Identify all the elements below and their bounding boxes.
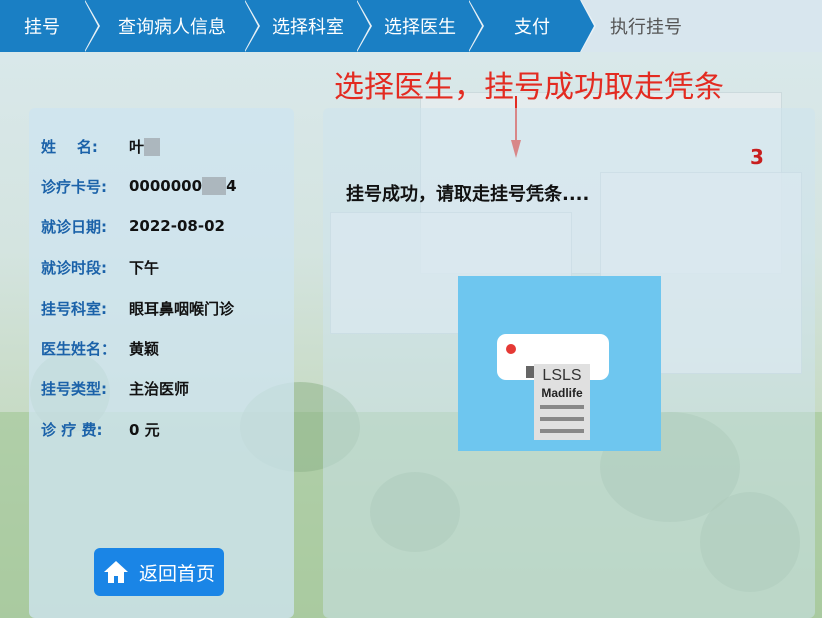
- breadcrumb-step-select-department[interactable]: 选择科室: [244, 0, 372, 52]
- printer-illustration: LSLS Madlife: [458, 276, 661, 451]
- field-label: 诊 疗 费:: [41, 420, 103, 439]
- field-department: 挂号科室: 眼耳鼻咽喉门诊: [41, 296, 234, 320]
- field-label: 挂号类型:: [41, 379, 107, 398]
- status-panel: 3 挂号成功，请取走挂号凭条.... LSLS Madlife: [323, 108, 815, 618]
- countdown-timer: 3: [750, 145, 764, 169]
- field-label: 就诊日期:: [41, 217, 107, 236]
- field-card-number: 诊疗卡号: 0000000 4: [41, 174, 237, 198]
- field-value: 下午: [129, 258, 160, 277]
- return-home-button[interactable]: 返回首页: [94, 548, 224, 596]
- breadcrumb-step-pay[interactable]: 支付: [468, 0, 596, 52]
- field-visit-period: 就诊时段: 下午: [41, 255, 159, 279]
- instruction-banner: 选择医生，挂号成功取走凭条: [334, 70, 724, 105]
- field-label: 姓 名:: [41, 137, 98, 156]
- field-visit-date: 就诊日期: 2022-08-02: [41, 214, 225, 238]
- field-value: 0 元: [129, 420, 160, 439]
- breadcrumb-step-label: 执行挂号: [610, 17, 682, 38]
- breadcrumb-step-query-patient[interactable]: 查询病人信息: [84, 0, 260, 52]
- field-value: 2022-08-02: [129, 217, 225, 235]
- field-label: 诊疗卡号:: [41, 177, 107, 196]
- field-value: 叶: [129, 136, 161, 157]
- field-value: 黄颖: [129, 339, 160, 358]
- breadcrumb-step-label: 支付: [514, 17, 550, 38]
- breadcrumb-step-label: 查询病人信息: [118, 17, 226, 38]
- breadcrumb: 挂号 查询病人信息 选择科室 选择医生 支付 执行挂号: [0, 0, 822, 52]
- field-registration-type: 挂号类型: 主治医师: [41, 376, 189, 400]
- field-value: 主治医师: [129, 379, 190, 398]
- success-message: 挂号成功，请取走挂号凭条....: [346, 184, 590, 205]
- field-name: 姓 名: 叶: [41, 134, 161, 158]
- home-icon: [103, 561, 128, 583]
- receipt-text-lsls: LSLS: [542, 367, 581, 384]
- breadcrumb-step-label: 挂号: [24, 17, 60, 38]
- field-value: 眼耳鼻咽喉门诊: [129, 299, 235, 318]
- field-doctor: 医生姓名： 黄颖: [41, 336, 159, 360]
- breadcrumb-step-execute[interactable]: 执行挂号: [580, 0, 822, 52]
- breadcrumb-step-register[interactable]: 挂号: [0, 0, 100, 52]
- field-fee: 诊 疗 费: 0 元: [41, 417, 160, 441]
- field-label: 挂号科室:: [41, 299, 107, 318]
- return-home-label: 返回首页: [138, 562, 215, 585]
- breadcrumb-step-label: 选择医生: [384, 17, 456, 38]
- redacted-mask: [202, 177, 227, 196]
- receipt-text-madlife: Madlife: [541, 386, 583, 400]
- field-label: 就诊时段:: [41, 258, 107, 277]
- breadcrumb-step-label: 选择科室: [272, 17, 344, 38]
- printer-icon: LSLS Madlife: [497, 334, 609, 440]
- redacted-mask: [144, 138, 161, 156]
- patient-info-panel: 姓 名: 叶 诊疗卡号: 0000000 4 就诊日期: 2022-08-02 就…: [29, 108, 294, 618]
- breadcrumb-step-select-doctor[interactable]: 选择医生: [356, 0, 484, 52]
- field-value: 0000000 4: [129, 176, 237, 196]
- field-label: 医生姓名：: [41, 339, 117, 358]
